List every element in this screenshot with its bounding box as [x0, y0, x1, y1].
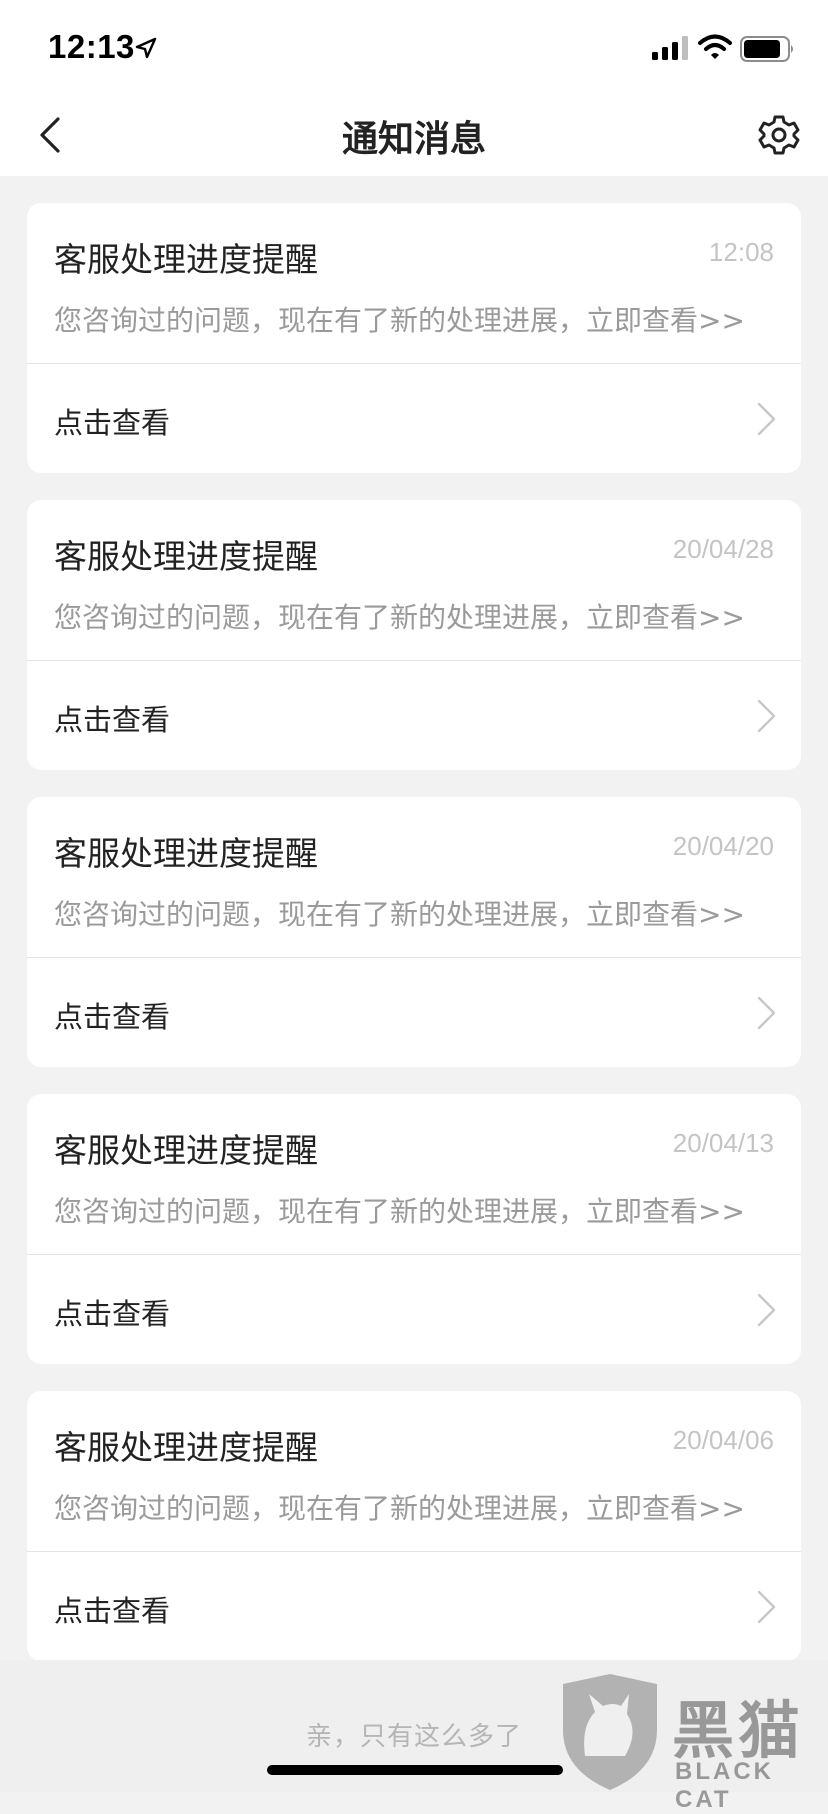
- chevron-right-icon: [757, 996, 776, 1030]
- watermark-sub: BLACK CAT: [675, 1758, 774, 1813]
- status-bar: 12:13: [0, 0, 828, 94]
- view-details-label: 点击查看: [54, 1000, 171, 1034]
- notification-time: 20/04/06: [672, 1425, 774, 1455]
- notification-card: 客服处理进度提醒 12:08 您咨询过的问题，现在有了新的处理进展，立即查看>>…: [27, 203, 801, 473]
- battery-icon: [740, 36, 793, 62]
- chevron-right-icon: [757, 699, 776, 733]
- chevron-right-icon: [757, 1590, 776, 1624]
- notification-time: 20/04/20: [672, 831, 774, 861]
- view-details-row[interactable]: 点击查看: [27, 1255, 801, 1364]
- notification-time: 20/04/13: [672, 1128, 774, 1158]
- view-details-label: 点击查看: [54, 406, 171, 440]
- notification-card: 客服处理进度提醒 20/04/06 您咨询过的问题，现在有了新的处理进展，立即查…: [27, 1391, 801, 1661]
- chevron-right-icon: [757, 402, 776, 436]
- notification-time: 20/04/28: [672, 534, 774, 564]
- notification-title: 客服处理进度提醒: [54, 537, 318, 576]
- view-details-row[interactable]: 点击查看: [27, 958, 801, 1067]
- notification-card: 客服处理进度提醒 20/04/28 您咨询过的问题，现在有了新的处理进展，立即查…: [27, 500, 801, 770]
- view-details-label: 点击查看: [54, 703, 171, 737]
- notification-summary[interactable]: 客服处理进度提醒 20/04/28 您咨询过的问题，现在有了新的处理进展，立即查…: [27, 500, 801, 660]
- notification-summary[interactable]: 客服处理进度提醒 20/04/06 您咨询过的问题，现在有了新的处理进展，立即查…: [27, 1391, 801, 1551]
- nav-bar: 通知消息: [0, 94, 828, 176]
- home-indicator[interactable]: [267, 1765, 563, 1775]
- view-details-label: 点击查看: [54, 1297, 171, 1331]
- cat-shield-logo-icon: [563, 1674, 657, 1790]
- notification-summary[interactable]: 客服处理进度提醒 20/04/13 您咨询过的问题，现在有了新的处理进展，立即查…: [27, 1094, 801, 1254]
- notification-time: 12:08: [708, 237, 774, 267]
- view-details-row[interactable]: 点击查看: [27, 1552, 801, 1661]
- view-details-row[interactable]: 点击查看: [27, 661, 801, 770]
- notification-summary[interactable]: 客服处理进度提醒 20/04/20 您咨询过的问题，现在有了新的处理进展，立即查…: [27, 797, 801, 957]
- notification-summary[interactable]: 客服处理进度提醒 12:08 您咨询过的问题，现在有了新的处理进展，立即查看>>: [27, 203, 801, 363]
- notification-title: 客服处理进度提醒: [54, 240, 318, 279]
- cellular-signal-icon: [652, 36, 688, 60]
- notification-title: 客服处理进度提醒: [54, 1428, 318, 1467]
- settings-gear-icon[interactable]: [754, 110, 804, 160]
- status-time: 12:13: [48, 28, 135, 65]
- watermark-label: 黑猫: [672, 1694, 805, 1767]
- black-cat-watermark: 黑猫 BLACK CAT: [555, 1672, 828, 1813]
- notification-list: 客服处理进度提醒 12:08 您咨询过的问题，现在有了新的处理进展，立即查看>>…: [27, 203, 801, 1688]
- notification-card: 客服处理进度提醒 20/04/20 您咨询过的问题，现在有了新的处理进展，立即查…: [27, 797, 801, 1067]
- wifi-icon: [698, 34, 732, 59]
- notification-title: 客服处理进度提醒: [54, 1131, 318, 1170]
- notification-title: 客服处理进度提醒: [54, 834, 318, 873]
- notification-description: 您咨询过的问题，现在有了新的处理进展，立即查看>>: [54, 898, 745, 931]
- location-arrow-icon: [135, 37, 157, 59]
- notification-description: 您咨询过的问题，现在有了新的处理进展，立即查看>>: [54, 601, 745, 634]
- chevron-right-icon: [757, 1293, 776, 1327]
- notification-description: 您咨询过的问题，现在有了新的处理进展，立即查看>>: [54, 1195, 745, 1228]
- page-title: 通知消息: [341, 119, 486, 160]
- notification-card: 客服处理进度提醒 20/04/13 您咨询过的问题，现在有了新的处理进展，立即查…: [27, 1094, 801, 1364]
- notification-description: 您咨询过的问题，现在有了新的处理进展，立即查看>>: [54, 304, 745, 337]
- view-details-label: 点击查看: [54, 1594, 171, 1628]
- view-details-row[interactable]: 点击查看: [27, 364, 801, 473]
- notification-description: 您咨询过的问题，现在有了新的处理进展，立即查看>>: [54, 1492, 745, 1525]
